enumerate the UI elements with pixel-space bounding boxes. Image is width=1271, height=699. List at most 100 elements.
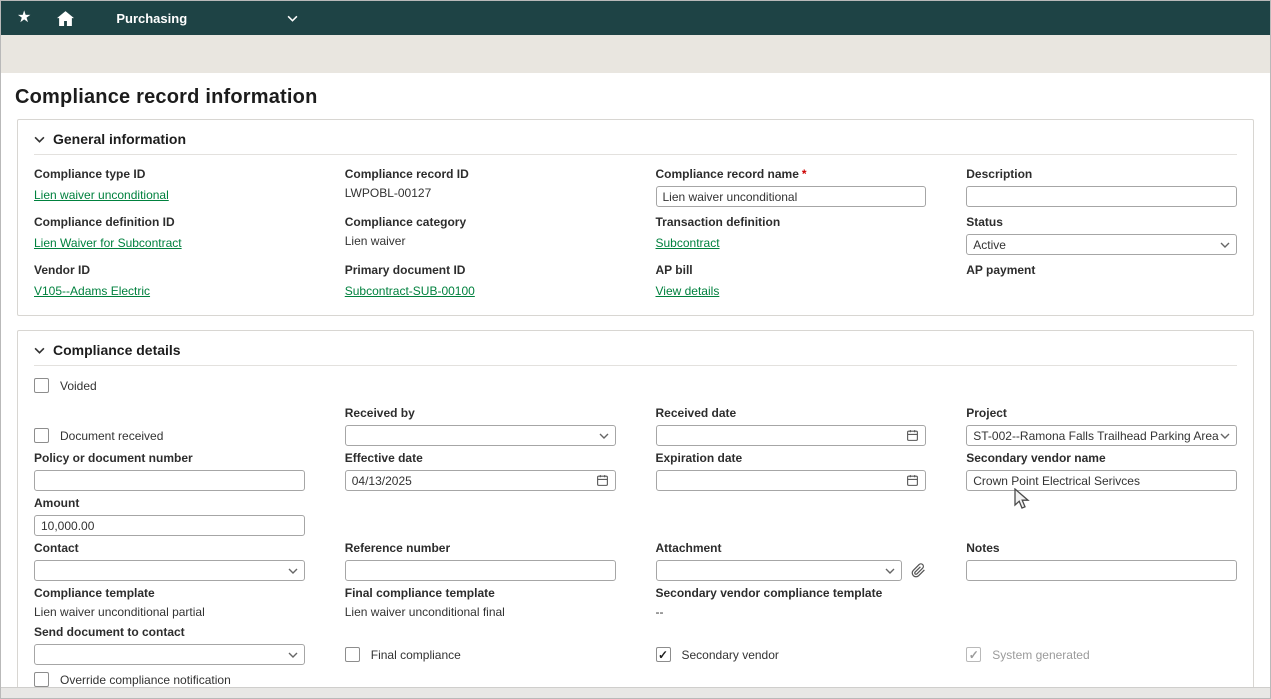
compliance-template-value: Lien waiver unconditional partial xyxy=(34,605,305,620)
compliance-type-id-link[interactable]: Lien waiver unconditional xyxy=(34,188,169,203)
document-received-checkbox[interactable]: Document received xyxy=(34,428,305,446)
calendar-icon xyxy=(906,429,919,442)
chevron-down-icon xyxy=(288,652,298,658)
chevron-down-icon xyxy=(599,433,609,439)
field-send-document-to-contact: Send document to contact xyxy=(34,625,305,665)
field-ap-bill: AP bill View details xyxy=(656,263,927,300)
chevron-down-icon xyxy=(1220,242,1230,248)
transaction-definition-link[interactable]: Subcontract xyxy=(656,236,720,251)
field-expiration-date: Expiration date xyxy=(656,451,927,491)
vendor-id-link[interactable]: V105--Adams Electric xyxy=(34,284,150,299)
primary-document-id-link[interactable]: Subcontract-SUB-00100 xyxy=(345,284,475,299)
override-compliance-notification-checkbox[interactable]: Override compliance notification xyxy=(34,672,1237,687)
calendar-icon xyxy=(906,474,919,487)
home-icon[interactable] xyxy=(57,11,74,26)
app-menu-label: Purchasing xyxy=(116,11,187,26)
chevron-down-icon xyxy=(287,15,298,22)
required-asterisk: * xyxy=(802,167,807,181)
system-generated-checkbox: System generated xyxy=(966,647,1237,665)
notes-input[interactable] xyxy=(966,560,1237,581)
attachment-select[interactable] xyxy=(656,560,903,581)
field-ap-payment: AP payment xyxy=(966,263,1237,297)
general-section-title: General information xyxy=(53,131,186,147)
ap-bill-link[interactable]: View details xyxy=(656,284,720,299)
field-compliance-definition-id: Compliance definition ID Lien Waiver for… xyxy=(34,215,305,252)
field-compliance-category: Compliance category Lien waiver xyxy=(345,215,616,249)
paperclip-icon[interactable] xyxy=(911,563,926,578)
compliance-category-value: Lien waiver xyxy=(345,234,616,249)
section-chevron-down-icon xyxy=(34,136,45,143)
details-row-1: Document received Received by Received d… xyxy=(34,406,1237,446)
compliance-definition-id-link[interactable]: Lien Waiver for Subcontract xyxy=(34,236,182,251)
topbar: ★ Purchasing xyxy=(1,1,1270,35)
voided-checkbox[interactable]: Voided xyxy=(34,378,1237,393)
field-attachment: Attachment xyxy=(656,541,927,581)
status-select[interactable]: Active xyxy=(966,234,1237,255)
policy-or-document-number-input[interactable] xyxy=(34,470,305,491)
field-policy-or-document-number: Policy or document number xyxy=(34,451,305,491)
chevron-down-icon xyxy=(1220,433,1230,439)
secondary-vendor-checkbox-box xyxy=(656,647,671,662)
chevron-down-icon xyxy=(288,568,298,574)
page-bottom-strip xyxy=(1,687,1270,698)
chevron-down-icon xyxy=(885,568,895,574)
secondary-vendor-name-input[interactable] xyxy=(966,470,1237,491)
field-effective-date: Effective date 04/13/2025 xyxy=(345,451,616,491)
project-select[interactable]: ST-002--Ramona Falls Trailhead Parking A… xyxy=(966,425,1237,446)
general-section-header[interactable]: General information xyxy=(34,128,1237,155)
app-window: ★ Purchasing Compliance record informati… xyxy=(0,0,1271,699)
override-compliance-notification-checkbox-box xyxy=(34,672,49,687)
field-vendor-id: Vendor ID V105--Adams Electric xyxy=(34,263,305,300)
details-row-2: Policy or document number Effective date… xyxy=(34,451,1237,491)
field-compliance-type-id: Compliance type ID Lien waiver unconditi… xyxy=(34,167,305,204)
field-description: Description xyxy=(966,167,1237,207)
subheader-bar xyxy=(1,35,1270,73)
field-reference-number: Reference number xyxy=(345,541,616,581)
calendar-icon xyxy=(596,474,609,487)
details-row-6: Send document to contact Final complianc… xyxy=(34,625,1237,665)
field-status: Status Active xyxy=(966,215,1237,255)
voided-checkbox-box xyxy=(34,378,49,393)
app-menu[interactable]: Purchasing xyxy=(116,11,298,26)
field-compliance-record-id: Compliance record ID LWPOBL-00127 xyxy=(345,167,616,201)
send-document-to-contact-select[interactable] xyxy=(34,644,305,665)
field-compliance-record-name: Compliance record name* xyxy=(656,167,927,207)
general-information-section: General information Compliance type ID L… xyxy=(17,119,1254,316)
section-chevron-down-icon xyxy=(34,347,45,354)
details-section-header[interactable]: Compliance details xyxy=(34,339,1237,366)
field-contact: Contact xyxy=(34,541,305,581)
page-title: Compliance record information xyxy=(1,73,1270,119)
field-transaction-definition: Transaction definition Subcontract xyxy=(656,215,927,252)
details-row-5: Compliance template Lien waiver uncondit… xyxy=(34,586,1237,620)
amount-input[interactable] xyxy=(34,515,305,536)
general-row-1: Compliance type ID Lien waiver unconditi… xyxy=(34,167,1237,207)
general-row-3: Vendor ID V105--Adams Electric Primary d… xyxy=(34,263,1237,300)
compliance-details-section: Compliance details Voided Document recei… xyxy=(17,330,1254,698)
contact-select[interactable] xyxy=(34,560,305,581)
description-input[interactable] xyxy=(966,186,1237,207)
compliance-record-name-input[interactable] xyxy=(656,186,927,207)
received-by-select[interactable] xyxy=(345,425,616,446)
reference-number-input[interactable] xyxy=(345,560,616,581)
expiration-date-input[interactable] xyxy=(656,470,927,491)
secondary-vendor-checkbox[interactable]: Secondary vendor xyxy=(656,647,927,665)
details-row-4: Contact Reference number Attachment xyxy=(34,541,1237,581)
final-compliance-template-value: Lien waiver unconditional final xyxy=(345,605,616,620)
field-notes: Notes xyxy=(966,541,1237,581)
compliance-record-id-value: LWPOBL-00127 xyxy=(345,186,616,201)
general-row-2: Compliance definition ID Lien Waiver for… xyxy=(34,215,1237,255)
ap-payment-value xyxy=(966,282,1237,297)
field-secondary-vendor-name: Secondary vendor name xyxy=(966,451,1237,491)
final-compliance-checkbox[interactable]: Final compliance xyxy=(345,647,616,665)
effective-date-input[interactable]: 04/13/2025 xyxy=(345,470,616,491)
field-received-by: Received by xyxy=(345,406,616,446)
field-amount: Amount xyxy=(34,496,305,536)
secondary-vendor-compliance-template-value: -- xyxy=(656,605,927,620)
field-primary-document-id: Primary document ID Subcontract-SUB-0010… xyxy=(345,263,616,300)
final-compliance-checkbox-box xyxy=(345,647,360,662)
field-project: Project ST-002--Ramona Falls Trailhead P… xyxy=(966,406,1237,446)
details-row-3: Amount xyxy=(34,496,1237,536)
system-generated-checkbox-box xyxy=(966,647,981,662)
received-date-input[interactable] xyxy=(656,425,927,446)
favorites-star-icon[interactable]: ★ xyxy=(17,10,31,26)
